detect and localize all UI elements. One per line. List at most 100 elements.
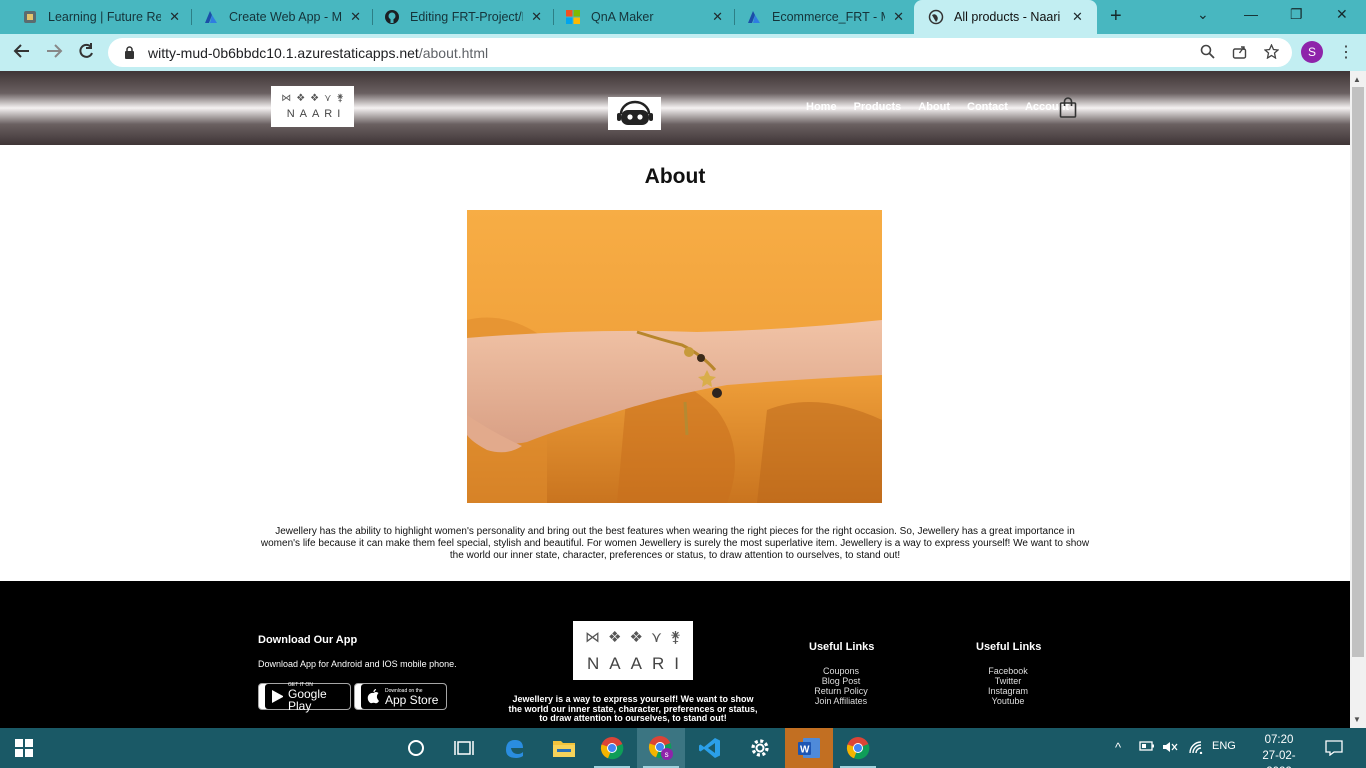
- chatbot-icon: [616, 100, 653, 125]
- taskbar-word[interactable]: W: [785, 728, 833, 768]
- google-play-button[interactable]: GET IT ON Google Play: [258, 682, 351, 712]
- close-window-button[interactable]: ✕: [1336, 6, 1348, 23]
- task-view-button[interactable]: [440, 728, 488, 768]
- footer-link-join-affiliates[interactable]: Join Affiliates: [800, 696, 882, 706]
- tab-github[interactable]: Editing FRT-Project/RE ✕: [362, 0, 552, 34]
- reload-button[interactable]: [76, 41, 96, 67]
- clock-date: 27-02-2022: [1262, 750, 1296, 768]
- footer-link-coupons[interactable]: Coupons: [800, 666, 882, 676]
- useful-links-heading-1: Useful Links: [809, 641, 875, 653]
- site-footer: Download Our App Download App for Androi…: [0, 581, 1350, 728]
- taskbar-chrome-2[interactable]: [834, 728, 882, 768]
- tab-strip: Learning | Future Reac ✕ Create Web App …: [0, 0, 1366, 34]
- svg-text:W: W: [800, 745, 810, 756]
- forward-arrow-icon: [47, 44, 63, 58]
- footer-link-twitter[interactable]: Twitter: [967, 676, 1049, 686]
- globe-icon: [928, 9, 944, 25]
- tab-qna-maker[interactable]: QnA Maker ✕: [543, 0, 733, 34]
- close-icon[interactable]: ✕: [531, 9, 542, 25]
- chatbot-button[interactable]: [608, 97, 661, 130]
- bracelet-photo: [467, 210, 882, 503]
- wifi-icon[interactable]: [1188, 740, 1204, 757]
- about-description: Jewellery has the ability to highlight w…: [260, 526, 1090, 561]
- about-hero-image: [467, 210, 882, 503]
- new-tab-button[interactable]: +: [1110, 5, 1122, 28]
- tab-create-web-app[interactable]: Create Web App - Mic ✕: [181, 0, 371, 34]
- footer-link-return-policy[interactable]: Return Policy: [800, 686, 882, 696]
- battery-icon[interactable]: [1139, 740, 1155, 755]
- url-path: /about.html: [418, 44, 489, 61]
- tab-all-products[interactable]: All products - Naari ✕: [914, 0, 1097, 34]
- scroll-up-icon[interactable]: ▲: [1353, 75, 1361, 84]
- logo-ornament-icon: ⋈ ❖ ❖ ⋎ ⚵: [585, 628, 681, 646]
- back-button[interactable]: [12, 41, 32, 67]
- windows-taskbar: s W ^ ENG 07:20 27-02-2022: [0, 728, 1366, 768]
- page-scrollbar[interactable]: ▲ ▼: [1350, 71, 1366, 728]
- address-bar: witty-mud-0b6bbdc10.1.azurestaticapps.ne…: [0, 34, 1366, 71]
- profile-avatar[interactable]: S: [1301, 41, 1323, 63]
- vscode-icon: [699, 738, 720, 758]
- share-icon[interactable]: [1232, 44, 1247, 62]
- forward-button[interactable]: [44, 41, 64, 67]
- footer-link-instagram[interactable]: Instagram: [967, 686, 1049, 696]
- nav-home[interactable]: Home: [806, 101, 837, 113]
- logo-text: NAARI: [286, 108, 346, 120]
- footer-naari-logo[interactable]: ⋈ ❖ ❖ ⋎ ⚵ NAARI: [573, 621, 693, 680]
- svg-text:s: s: [665, 750, 669, 759]
- lock-icon[interactable]: [122, 45, 136, 61]
- app-store-button[interactable]: Download on the App Store: [354, 683, 447, 710]
- close-icon[interactable]: ✕: [169, 9, 180, 25]
- url-input[interactable]: witty-mud-0b6bbdc10.1.azurestaticapps.ne…: [108, 38, 1292, 67]
- tab-learning[interactable]: Learning | Future Reac ✕: [0, 0, 190, 34]
- useful-links-heading-2: Useful Links: [976, 641, 1042, 653]
- language-indicator[interactable]: ENG: [1212, 740, 1236, 752]
- footer-link-blog-post[interactable]: Blog Post: [800, 676, 882, 686]
- taskbar-chrome-profile[interactable]: s: [637, 728, 685, 768]
- cart-button[interactable]: [1059, 97, 1077, 124]
- notifications-icon[interactable]: [1325, 740, 1343, 759]
- footer-link-facebook[interactable]: Facebook: [967, 666, 1049, 676]
- learning-icon: [22, 9, 38, 25]
- taskbar-settings[interactable]: [736, 728, 784, 768]
- nav-products[interactable]: Products: [854, 101, 902, 113]
- windows-logo-icon: [15, 739, 33, 757]
- useful-links-list-2: Facebook Twitter Instagram Youtube: [967, 666, 1049, 706]
- footer-tagline: Jewellery is a way to express yourself! …: [508, 694, 758, 724]
- download-app-text: Download App for Android and IOS mobile …: [258, 659, 457, 669]
- naari-logo[interactable]: ⋈ ❖ ❖ ⋎ ⚵ NAARI: [271, 86, 354, 127]
- volume-muted-icon[interactable]: [1162, 740, 1178, 757]
- taskbar-edge[interactable]: [490, 728, 538, 768]
- close-icon[interactable]: ✕: [893, 9, 904, 25]
- zoom-icon[interactable]: [1200, 44, 1215, 62]
- scroll-down-icon[interactable]: ▼: [1353, 715, 1361, 724]
- browser-menu-icon[interactable]: ⋮: [1338, 42, 1354, 62]
- task-view-icon: [454, 741, 474, 755]
- url-host: witty-mud-0b6bbdc10.1.azurestaticapps.ne…: [148, 44, 419, 61]
- minimize-button[interactable]: —: [1244, 6, 1258, 22]
- clock[interactable]: 07:20 27-02-2022: [1250, 732, 1308, 768]
- close-icon[interactable]: ✕: [712, 9, 723, 25]
- footer-link-youtube[interactable]: Youtube: [967, 696, 1049, 706]
- close-icon[interactable]: ✕: [350, 9, 361, 25]
- taskbar-file-explorer[interactable]: [540, 728, 588, 768]
- microsoft-icon: [565, 9, 581, 25]
- nav-about[interactable]: About: [918, 101, 950, 113]
- tab-ecommerce[interactable]: Ecommerce_FRT - Mic ✕: [724, 0, 914, 34]
- logo-ornament-icon: ⋈ ❖ ❖ ⋎ ⚵: [281, 93, 344, 104]
- start-button[interactable]: [0, 728, 48, 768]
- nav-contact[interactable]: Contact: [967, 101, 1008, 113]
- close-icon[interactable]: ✕: [1072, 9, 1083, 25]
- tab-search-chevron-icon[interactable]: ⌄: [1197, 6, 1209, 23]
- azure-icon: [746, 9, 762, 25]
- taskbar-vscode[interactable]: [686, 728, 734, 768]
- tray-overflow-icon[interactable]: ^: [1115, 740, 1121, 755]
- scrollbar-thumb[interactable]: [1352, 87, 1364, 657]
- reload-icon: [79, 43, 93, 58]
- clock-time: 07:20: [1264, 734, 1294, 746]
- cortana-button[interactable]: [392, 728, 440, 768]
- taskbar-chrome[interactable]: [588, 728, 636, 768]
- restore-button[interactable]: ❐: [1290, 6, 1303, 23]
- github-icon: [384, 9, 400, 25]
- download-app-heading: Download Our App: [258, 634, 358, 646]
- bookmark-star-icon[interactable]: [1263, 43, 1280, 62]
